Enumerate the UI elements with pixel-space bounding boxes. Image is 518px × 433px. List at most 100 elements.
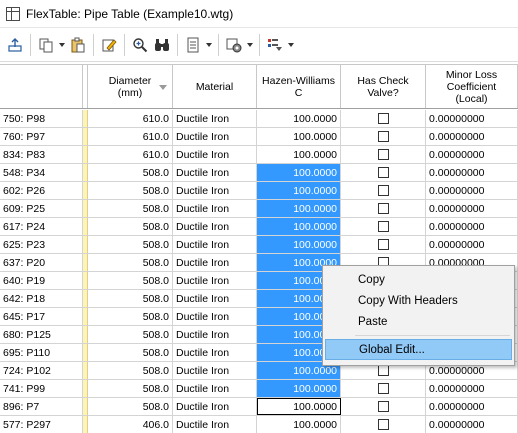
row-label[interactable]: 640: P19	[0, 272, 83, 289]
table-row[interactable]: 750: P98 610.0 Ductile Iron 100.0000 0.00000…	[0, 110, 518, 128]
check-valve-checkbox[interactable]	[377, 365, 389, 376]
column-header-diameter[interactable]: Diameter (mm)	[88, 65, 173, 108]
copy-icon[interactable]	[35, 32, 57, 58]
cell-hazen-williams[interactable]: 100.0000	[257, 218, 341, 235]
cell-material[interactable]: Ductile Iron	[173, 110, 257, 127]
cell-diameter[interactable]: 508.0	[88, 236, 173, 253]
cell-minor-loss[interactable]: 0.00000000	[426, 146, 518, 163]
check-valve-checkbox[interactable]	[377, 401, 389, 412]
cell-hazen-williams[interactable]: 100.0000	[257, 416, 341, 433]
cell-diameter[interactable]: 508.0	[88, 362, 173, 379]
check-valve-checkbox[interactable]	[377, 149, 389, 160]
cell-diameter[interactable]: 406.0	[88, 416, 173, 433]
cell-diameter[interactable]: 508.0	[88, 218, 173, 235]
cell-material[interactable]: Ductile Iron	[173, 290, 257, 307]
report-icon[interactable]	[182, 32, 204, 58]
row-label[interactable]: 750: P98	[0, 110, 83, 127]
check-valve-checkbox[interactable]	[377, 203, 389, 214]
check-valve-checkbox[interactable]	[377, 113, 389, 124]
cell-has-check-valve[interactable]	[341, 380, 426, 397]
cell-diameter[interactable]: 508.0	[88, 254, 173, 271]
row-label[interactable]: 896: P7	[0, 398, 83, 415]
table-row[interactable]: 834: P83 610.0 Ductile Iron 100.0000 0.00000…	[0, 146, 518, 164]
table-row[interactable]: 609: P25 508.0 Ductile Iron 100.0000 0.00000…	[0, 200, 518, 218]
cell-minor-loss[interactable]: 0.00000000	[426, 128, 518, 145]
column-header-hazen-williams[interactable]: Hazen-Williams C	[257, 65, 341, 108]
cell-material[interactable]: Ductile Iron	[173, 164, 257, 181]
row-label[interactable]: 625: P23	[0, 236, 83, 253]
check-valve-checkbox[interactable]	[377, 239, 389, 250]
cell-diameter[interactable]: 508.0	[88, 200, 173, 217]
cell-minor-loss[interactable]: 0.00000000	[426, 110, 518, 127]
check-valve-checkbox[interactable]	[377, 221, 389, 232]
cell-minor-loss[interactable]: 0.00000000	[426, 182, 518, 199]
cell-has-check-valve[interactable]	[341, 200, 426, 217]
options-icon[interactable]	[223, 32, 245, 58]
cell-material[interactable]: Ductile Iron	[173, 362, 257, 379]
cell-hazen-williams[interactable]: 100.0000	[257, 146, 341, 163]
cell-diameter[interactable]: 508.0	[88, 308, 173, 325]
cell-material[interactable]: Ductile Iron	[173, 272, 257, 289]
check-valve-checkbox[interactable]	[377, 419, 389, 430]
column-header-material[interactable]: Material	[173, 65, 257, 108]
table-row[interactable]: 548: P34 508.0 Ductile Iron 100.0000 0.00000…	[0, 164, 518, 182]
cell-diameter[interactable]: 610.0	[88, 128, 173, 145]
cell-hazen-williams[interactable]: 100.0000	[257, 128, 341, 145]
cell-minor-loss[interactable]: 0.00000000	[426, 236, 518, 253]
row-label[interactable]: 548: P34	[0, 164, 83, 181]
filter-icon[interactable]	[264, 32, 286, 58]
row-label[interactable]: 602: P26	[0, 182, 83, 199]
table-row[interactable]: 760: P97 610.0 Ductile Iron 100.0000 0.00000…	[0, 128, 518, 146]
check-valve-checkbox[interactable]	[377, 131, 389, 142]
cell-diameter[interactable]: 508.0	[88, 272, 173, 289]
row-label[interactable]: 645: P17	[0, 308, 83, 325]
cell-material[interactable]: Ductile Iron	[173, 200, 257, 217]
report-dropdown-arrow[interactable]	[204, 32, 214, 58]
cell-material[interactable]: Ductile Iron	[173, 218, 257, 235]
table-row[interactable]: 625: P23 508.0 Ductile Iron 100.0000 0.00000…	[0, 236, 518, 254]
cell-diameter[interactable]: 508.0	[88, 380, 173, 397]
cell-minor-loss[interactable]: 0.00000000	[426, 398, 518, 415]
menu-item-copy-with-headers[interactable]: Copy With Headers	[325, 290, 512, 311]
row-label[interactable]: 834: P83	[0, 146, 83, 163]
cell-has-check-valve[interactable]	[341, 182, 426, 199]
cell-minor-loss[interactable]: 0.00000000	[426, 218, 518, 235]
zoom-icon[interactable]	[129, 32, 151, 58]
check-valve-checkbox[interactable]	[377, 383, 389, 394]
cell-minor-loss[interactable]: 0.00000000	[426, 380, 518, 397]
export-icon[interactable]	[4, 32, 26, 58]
cell-minor-loss[interactable]: 0.00000000	[426, 416, 518, 433]
menu-item-paste[interactable]: Paste	[325, 311, 512, 332]
cell-diameter[interactable]: 610.0	[88, 146, 173, 163]
options-dropdown-arrow[interactable]	[245, 32, 255, 58]
corner-header[interactable]	[0, 65, 83, 108]
row-label[interactable]: 577: P297	[0, 416, 83, 433]
cell-hazen-williams[interactable]: 100.0000	[257, 164, 341, 181]
table-row[interactable]: 602: P26 508.0 Ductile Iron 100.0000 0.00000…	[0, 182, 518, 200]
cell-material[interactable]: Ductile Iron	[173, 236, 257, 253]
cell-diameter[interactable]: 508.0	[88, 398, 173, 415]
row-label[interactable]: 724: P102	[0, 362, 83, 379]
cell-hazen-williams[interactable]: 100.0000	[257, 110, 341, 127]
column-header-minor-loss[interactable]: Minor Loss Coefficient (Local)	[426, 65, 518, 108]
cell-hazen-williams[interactable]: 100.0000	[257, 200, 341, 217]
row-label[interactable]: 680: P125	[0, 326, 83, 343]
cell-material[interactable]: Ductile Iron	[173, 326, 257, 343]
cell-diameter[interactable]: 508.0	[88, 182, 173, 199]
cell-minor-loss[interactable]: 0.00000000	[426, 164, 518, 181]
cell-diameter[interactable]: 508.0	[88, 290, 173, 307]
column-header-has-check-valve[interactable]: Has Check Valve?	[341, 65, 426, 108]
cell-material[interactable]: Ductile Iron	[173, 146, 257, 163]
menu-item-copy[interactable]: Copy	[325, 269, 512, 290]
find-icon[interactable]	[151, 32, 173, 58]
cell-has-check-valve[interactable]	[341, 164, 426, 181]
cell-has-check-valve[interactable]	[341, 416, 426, 433]
cell-material[interactable]: Ductile Iron	[173, 416, 257, 433]
cell-diameter[interactable]: 610.0	[88, 110, 173, 127]
cell-material[interactable]: Ductile Iron	[173, 344, 257, 361]
row-label[interactable]: 609: P25	[0, 200, 83, 217]
paste-icon[interactable]	[67, 32, 89, 58]
menu-item-global-edit[interactable]: Global Edit...	[325, 339, 512, 360]
cell-hazen-williams[interactable]: 100.0000	[257, 398, 341, 415]
filter-dropdown-arrow[interactable]	[286, 32, 296, 58]
